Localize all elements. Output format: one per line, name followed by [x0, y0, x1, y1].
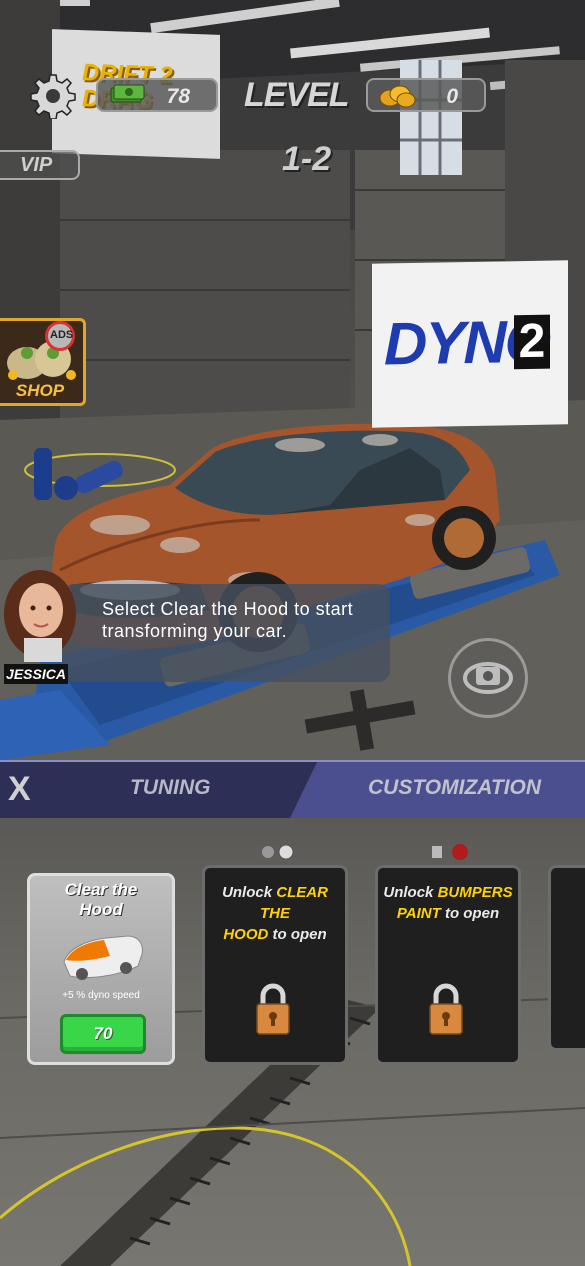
jessica-avatar: [0, 566, 86, 662]
unlock-requirement: Unlock BUMPERS PAINT to open: [378, 882, 518, 924]
unlock-requirement: Unlock CLEAR THE HOOD to open: [205, 882, 345, 945]
padlock-icon: [429, 983, 463, 1035]
car-hood-icon: [63, 935, 143, 980]
cash-icon: [110, 84, 145, 103]
buy-button[interactable]: 70: [60, 1014, 146, 1054]
unlock-prefix: Unlock: [383, 884, 438, 901]
level-value: 1-2: [282, 140, 332, 178]
avatar: [4, 570, 76, 662]
unlock-part-line2: HOOD: [223, 926, 269, 943]
gear-icon: [30, 74, 76, 120]
shop-button[interactable]: ADS SHOP: [0, 318, 86, 406]
shop-label: SHOP: [15, 381, 65, 400]
card-title-line1: Clear the: [64, 880, 138, 899]
tab-tuning[interactable]: TUNING: [100, 760, 240, 818]
camera-icon: [463, 662, 513, 694]
tab-bar: X TUNING CUSTOMIZATION: [0, 760, 585, 818]
coin-counter: 0: [366, 78, 486, 112]
level-label: LEVEL: [244, 76, 350, 114]
dyno-sign: DYNO 2: [372, 260, 568, 428]
bonus-text: +5 % dyno speed: [62, 990, 140, 1001]
ads-label: ADS: [50, 329, 74, 341]
tab-customization-label: CUSTOMIZATION: [368, 776, 542, 799]
unlock-prefix: Unlock: [222, 884, 277, 901]
coin-value: 0: [446, 85, 458, 108]
price-label: 70: [93, 1024, 113, 1043]
speaker-name: JESSICA: [4, 664, 68, 684]
unlock-suffix: to open: [440, 905, 500, 922]
part-card-clear-hood[interactable]: Clear the Hood +5 % dyno speed 70: [27, 873, 175, 1065]
close-button[interactable]: X: [8, 772, 42, 806]
locked-part-icon: [258, 842, 298, 862]
ads-badge: ADS: [45, 321, 75, 351]
cash-counter: 78: [96, 78, 218, 112]
unlock-suffix: to open: [268, 926, 327, 943]
camera-rotate-button[interactable]: [448, 638, 528, 718]
close-icon: X: [8, 770, 31, 808]
part-card-bumpers-locked[interactable]: Unlock CLEAR THE HOOD to open: [202, 865, 348, 1065]
coins-icon: [379, 85, 416, 108]
cash-value: 78: [166, 85, 190, 108]
tab-customization[interactable]: CUSTOMIZATION: [330, 760, 570, 818]
settings-button[interactable]: [30, 73, 76, 120]
part-card-paint-locked[interactable]: Unlock BUMPERS PAINT to open: [375, 865, 521, 1065]
unlock-part-line2: PAINT: [396, 905, 441, 922]
card-title: Clear the Hood: [30, 880, 172, 920]
dialogue-bubble: Select Clear the Hood to start transform…: [62, 584, 390, 682]
vip-label: VIP: [20, 154, 53, 176]
card-title-line2: Hood: [79, 900, 123, 919]
unlock-part-line1: BUMPERS: [437, 884, 513, 901]
paint-part-icon: [430, 842, 472, 862]
part-card-partial[interactable]: [548, 865, 585, 1051]
dialogue-text: Select Clear the Hood to start transform…: [102, 599, 354, 641]
tab-tuning-label: TUNING: [130, 776, 211, 799]
padlock-icon: [256, 983, 290, 1035]
dyno-number: 2: [514, 314, 550, 370]
vip-button[interactable]: VIP: [0, 150, 80, 180]
